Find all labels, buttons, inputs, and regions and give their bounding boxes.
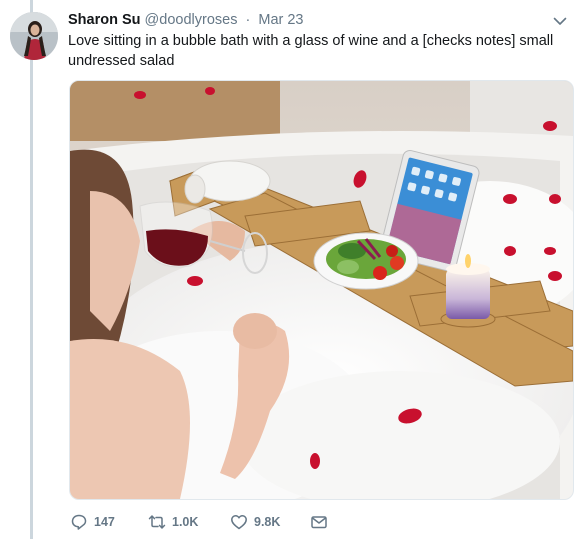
reply-count: 147 bbox=[94, 515, 115, 529]
reply-button[interactable]: 147 bbox=[70, 512, 115, 532]
tweet-text: Love sitting in a bubble bath with a gla… bbox=[68, 33, 554, 69]
retweet-count: 1.0K bbox=[172, 515, 199, 529]
timestamp[interactable]: Mar 23 bbox=[258, 12, 303, 28]
header-separator: · bbox=[245, 12, 251, 28]
retweet-button[interactable]: 1.0K bbox=[148, 512, 198, 532]
avatar[interactable] bbox=[10, 12, 58, 60]
heart-icon bbox=[231, 515, 247, 530]
envelope-icon bbox=[311, 516, 327, 529]
like-count: 9.8K bbox=[254, 515, 281, 529]
tweet-photo[interactable] bbox=[69, 80, 574, 500]
author-handle[interactable]: @doodlyroses bbox=[145, 12, 238, 28]
direct-message-button[interactable] bbox=[310, 512, 334, 532]
tweet[interactable]: Sharon Su @doodlyroses · Mar 23 Love sit… bbox=[0, 0, 588, 539]
retweet-icon bbox=[148, 515, 166, 529]
avatar-image bbox=[10, 12, 58, 60]
chevron-down-icon[interactable] bbox=[551, 12, 569, 30]
author-name[interactable]: Sharon Su bbox=[68, 12, 141, 28]
tweet-header: Sharon Su @doodlyroses · Mar 23 bbox=[68, 11, 304, 29]
reply-icon bbox=[71, 514, 87, 530]
like-button[interactable]: 9.8K bbox=[230, 512, 280, 532]
bathtub-photo bbox=[70, 81, 573, 499]
